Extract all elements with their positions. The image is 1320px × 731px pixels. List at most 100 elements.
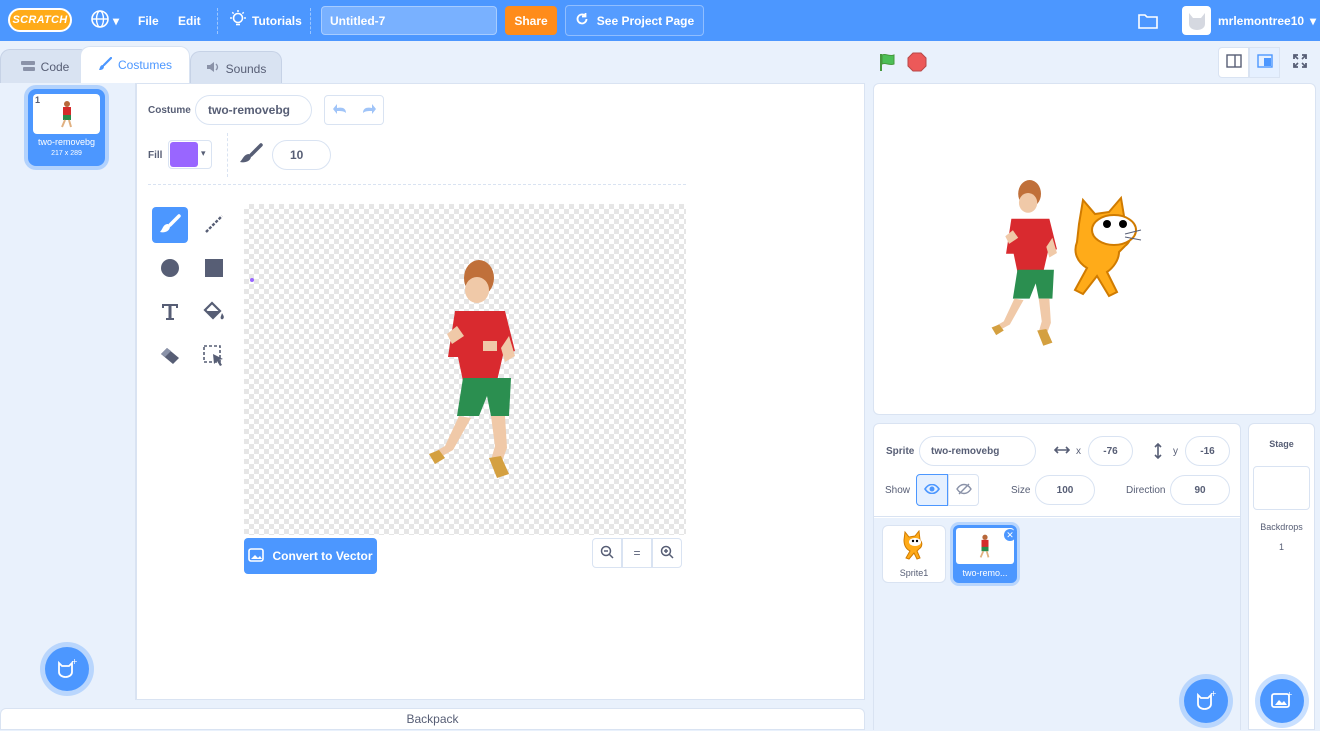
fullscreen-button[interactable] xyxy=(1284,47,1315,78)
choose-sprite-button[interactable]: + xyxy=(1184,679,1228,723)
chevron-down-icon: ▾ xyxy=(1310,13,1317,28)
tab-code-label: Code xyxy=(40,59,70,74)
chevron-down-icon: ▾ xyxy=(201,148,206,158)
costume-size: 217 x 289 xyxy=(51,150,82,157)
project-title-input[interactable]: Untitled-7 xyxy=(321,6,497,35)
circle-tool[interactable] xyxy=(152,251,188,287)
convert-to-vector-button[interactable]: Convert to Vector xyxy=(244,538,377,574)
chevron-down-icon: ▾ xyxy=(113,13,120,28)
edit-menu[interactable]: Edit xyxy=(178,0,201,41)
show-sprite-button[interactable] xyxy=(916,474,948,506)
stage-title: Stage xyxy=(1269,439,1294,449)
costume-thumbnail xyxy=(33,94,100,134)
costume-number: 1 xyxy=(35,95,41,105)
sprite-label: Sprite xyxy=(886,446,915,457)
undo-redo-group xyxy=(324,95,384,125)
sprite-boy xyxy=(991,180,1057,346)
share-button[interactable]: Share xyxy=(505,6,557,35)
delete-sprite-icon[interactable]: ✕ xyxy=(1004,529,1016,541)
file-menu[interactable]: File xyxy=(138,0,159,41)
eye-closed-icon xyxy=(955,483,972,498)
zoom-out-button[interactable] xyxy=(592,538,622,568)
zoom-out-icon xyxy=(600,545,614,562)
x-label: x xyxy=(1076,446,1081,457)
select-tool[interactable] xyxy=(196,339,232,375)
small-stage-button[interactable] xyxy=(1218,47,1249,78)
avatar[interactable] xyxy=(1182,6,1211,35)
tab-costumes-label: Costumes xyxy=(117,58,173,72)
language-menu[interactable]: ▾ xyxy=(90,0,119,41)
stage-canvas[interactable] xyxy=(873,83,1316,415)
tab-sounds[interactable]: Sounds xyxy=(190,51,282,85)
tab-sounds-label: Sounds xyxy=(225,61,267,76)
lightbulb-icon xyxy=(230,10,246,31)
brush-size-input[interactable]: 10 xyxy=(272,140,331,170)
menu-bar: SCRATCH ▾ File Edit Tutorials Untitled-7… xyxy=(0,0,1320,41)
small-stage-icon xyxy=(1225,54,1242,71)
costume-name-input[interactable]: two-removebg xyxy=(195,95,312,125)
costume-name: two-removebg xyxy=(37,137,96,147)
fullscreen-icon xyxy=(1292,54,1307,71)
fill-tool[interactable] xyxy=(196,295,232,331)
my-stuff-folder-icon[interactable] xyxy=(1138,0,1158,41)
green-flag-icon[interactable] xyxy=(878,52,898,75)
circle-icon xyxy=(160,258,180,281)
hide-sprite-button[interactable] xyxy=(948,474,979,506)
zoom-reset-button[interactable]: = xyxy=(622,538,652,568)
horizontal-arrows-icon xyxy=(1053,444,1071,458)
brush-size-icon xyxy=(239,143,263,168)
size-input[interactable]: 100 xyxy=(1035,475,1095,505)
large-stage-button[interactable] xyxy=(1249,47,1280,78)
show-label: Show xyxy=(885,485,911,496)
brush-cursor xyxy=(250,278,254,282)
paint-canvas[interactable] xyxy=(244,204,686,535)
undo-icon[interactable] xyxy=(332,103,348,118)
y-input[interactable]: -16 xyxy=(1185,436,1230,466)
account-menu[interactable]: mrlemontree10 ▾ xyxy=(1218,0,1316,41)
fill-color-swatch xyxy=(170,142,198,167)
sprite-tile-two-removebg[interactable]: ✕ two-remo... xyxy=(953,525,1017,583)
choose-backdrop-button[interactable]: + xyxy=(1260,679,1304,723)
zoom-in-icon xyxy=(660,545,674,562)
direction-input[interactable]: 90 xyxy=(1170,475,1230,505)
tab-costumes[interactable]: Costumes xyxy=(80,46,190,83)
username: mrlemontree10 xyxy=(1218,13,1305,28)
convert-to-vector-label: Convert to Vector xyxy=(272,549,373,563)
see-project-page-button[interactable]: See Project Page xyxy=(565,5,704,36)
sprite-name-input[interactable]: two-removebg xyxy=(919,436,1036,466)
redo-icon[interactable] xyxy=(361,103,377,118)
paintbrush-icon xyxy=(98,56,113,74)
x-input[interactable]: -76 xyxy=(1088,436,1133,466)
zoom-in-button[interactable] xyxy=(652,538,682,568)
fill-color-picker[interactable]: ▾ xyxy=(168,140,212,169)
vertical-arrows-icon xyxy=(1153,442,1163,462)
costume-item[interactable]: 1 two-removebg 217 x 289 xyxy=(28,89,105,166)
line-tool[interactable] xyxy=(196,207,232,243)
large-stage-icon xyxy=(1256,54,1273,71)
sprite-tile-label: two-remo... xyxy=(962,568,1008,578)
sprite-info: Sprite two-removebg x -76 y -16 Show Siz… xyxy=(874,424,1240,517)
text-tool[interactable] xyxy=(152,295,188,331)
choose-costume-button[interactable]: + xyxy=(45,647,89,691)
backdrop-thumbnail[interactable] xyxy=(1253,466,1310,510)
brush-tool[interactable] xyxy=(152,207,188,243)
y-label: y xyxy=(1173,446,1178,457)
backpack-header[interactable]: Backpack xyxy=(0,708,865,730)
sprite-tile-label: Sprite1 xyxy=(899,568,929,578)
size-label: Size xyxy=(1011,485,1031,496)
line-icon xyxy=(204,214,224,237)
sprite-tile-sprite1[interactable]: Sprite1 xyxy=(882,525,946,583)
eraser-tool[interactable] xyxy=(152,339,188,375)
cat-add-icon: + xyxy=(1195,689,1217,713)
direction-label: Direction xyxy=(1126,485,1166,496)
text-icon xyxy=(161,303,179,324)
stop-icon[interactable] xyxy=(907,52,927,75)
rectangle-tool[interactable] xyxy=(196,251,232,287)
speaker-icon xyxy=(206,61,220,76)
costume-label: Costume xyxy=(148,105,191,116)
tutorials-button[interactable]: Tutorials xyxy=(230,0,302,41)
svg-text:+: + xyxy=(71,658,78,666)
scratch-logo[interactable]: SCRATCH xyxy=(8,8,72,32)
backdrops-count: 1 xyxy=(1278,542,1284,552)
tab-code[interactable]: Code xyxy=(0,49,90,83)
